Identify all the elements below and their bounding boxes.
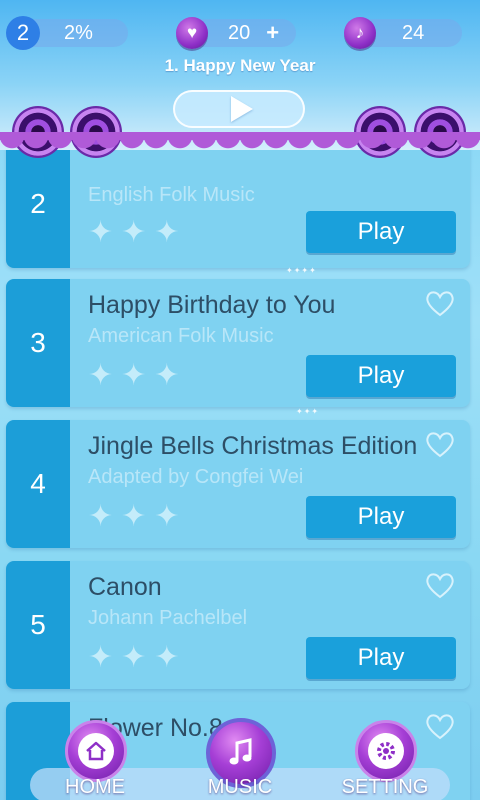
progress-percent: 2% — [64, 21, 93, 44]
music-note-gem-icon: ♪ — [344, 17, 376, 49]
favorite-heart-icon[interactable] — [424, 428, 456, 460]
song-number: 3 — [6, 279, 70, 407]
song-card[interactable]: 5 Canon Johann Pachelbel ✦ ✦ ✦ Play — [6, 561, 470, 689]
play-button[interactable]: Play — [306, 211, 456, 253]
level-progress-pill: 2 2% — [6, 16, 128, 50]
star-icon: ✦ — [88, 216, 114, 249]
star-rating: ✦ ✦ ✦ — [88, 218, 179, 248]
star-icon: ✦ — [154, 500, 180, 533]
star-icon: ✦ — [121, 641, 147, 674]
nav-music-label: MUSIC — [207, 776, 273, 798]
nav-home[interactable]: HOME — [49, 720, 141, 800]
song-artist: Adapted by Congfei Wei — [88, 466, 304, 488]
nav-home-label: HOME — [65, 776, 125, 798]
song-artist: Johann Pachelbel — [88, 607, 248, 629]
play-icon — [231, 96, 253, 122]
star-icon: ✦ — [121, 500, 147, 533]
home-icon — [86, 741, 106, 761]
current-song-title: 1. Happy New Year — [164, 56, 316, 75]
song-card[interactable]: 4 Jingle Bells Christmas Edition Adapted… — [6, 420, 470, 548]
star-icon: ✦ — [88, 500, 114, 533]
level-badge: 2 — [6, 16, 40, 50]
gear-icon — [377, 742, 395, 760]
add-hearts-button[interactable]: + — [266, 20, 279, 46]
star-icon: ✦ — [154, 216, 180, 249]
nav-setting-bubble[interactable] — [355, 720, 417, 782]
sparkle-decoration: ✦✦✦✦ — [286, 266, 317, 275]
nav-music[interactable]: MUSIC — [194, 718, 286, 800]
bottom-nav: HOME MUSIC SETTING — [0, 718, 480, 800]
star-icon: ✦ — [121, 359, 147, 392]
star-rating: ✦ ✦ ✦ — [88, 643, 179, 673]
song-title: Jingle Bells Christmas Edition — [88, 432, 418, 460]
song-number: 4 — [6, 420, 70, 548]
favorite-heart-icon[interactable] — [424, 287, 456, 319]
notes-count: 24 — [402, 21, 425, 44]
song-title: Happy Birthday to You — [88, 291, 336, 319]
song-card[interactable]: 2 English Folk Music ✦ ✦ ✦ Play — [6, 140, 470, 268]
nav-setting[interactable]: SETTING — [339, 720, 431, 800]
scallop-trim — [0, 136, 480, 154]
play-button[interactable]: Play — [306, 637, 456, 679]
song-artist: American Folk Music — [88, 325, 274, 347]
gear-icon-wrap — [368, 733, 404, 769]
home-icon-wrap — [78, 733, 114, 769]
star-rating: ✦ ✦ ✦ — [88, 361, 179, 391]
hearts-count: 20 — [228, 21, 251, 44]
sparkle-decoration: ✦✦✦ — [296, 407, 320, 416]
play-button[interactable]: Play — [306, 355, 456, 397]
heart-gem-icon: ♥ — [176, 17, 208, 49]
music-icon-wrap — [223, 735, 259, 771]
star-rating: ✦ ✦ ✦ — [88, 502, 179, 532]
main-play-button[interactable] — [173, 90, 305, 128]
hearts-pill[interactable]: ♥ 20 + — [176, 17, 296, 49]
song-artist: English Folk Music — [88, 184, 255, 206]
header: 2 2% ♥ 20 + ♪ 24 1. Happy New Year — [0, 0, 480, 158]
song-card[interactable]: 3 Happy Birthday to You American Folk Mu… — [6, 279, 470, 407]
song-number: 5 — [6, 561, 70, 689]
favorite-heart-icon[interactable] — [424, 569, 456, 601]
nav-home-bubble[interactable] — [65, 720, 127, 782]
star-icon: ✦ — [88, 359, 114, 392]
nav-setting-label: SETTING — [341, 776, 429, 798]
play-button[interactable]: Play — [306, 496, 456, 538]
music-note-icon — [229, 738, 252, 765]
song-title: Canon — [88, 573, 162, 601]
star-icon: ✦ — [88, 641, 114, 674]
star-icon: ✦ — [121, 216, 147, 249]
notes-pill: ♪ 24 — [344, 17, 462, 49]
star-icon: ✦ — [154, 641, 180, 674]
song-number: 2 — [6, 140, 70, 268]
star-icon: ✦ — [154, 359, 180, 392]
